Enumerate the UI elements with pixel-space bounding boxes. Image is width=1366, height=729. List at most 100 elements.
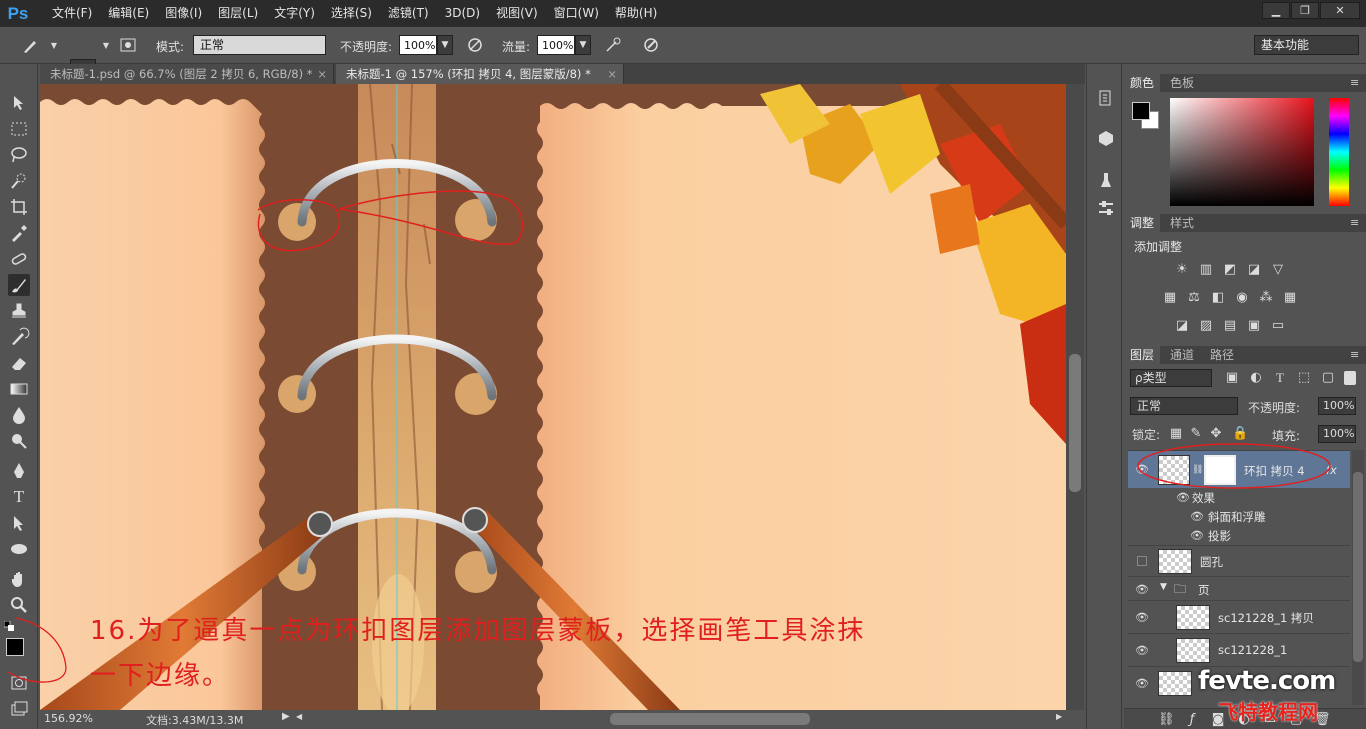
- menu-file[interactable]: 文件(F): [44, 0, 100, 27]
- brush-size-dropdown-icon[interactable]: ▼: [96, 36, 116, 56]
- vertical-scroll-thumb[interactable]: [1069, 354, 1081, 492]
- effect-bevel-emboss-row[interactable]: 👁 斜面和浮雕: [1128, 507, 1350, 526]
- move-tool-icon[interactable]: [8, 92, 30, 114]
- history-panel-icon[interactable]: [1096, 88, 1116, 108]
- brightness-icon[interactable]: ☀: [1174, 262, 1190, 278]
- filter-toggle[interactable]: [1344, 371, 1356, 385]
- eyedropper-tool-icon[interactable]: [8, 222, 30, 244]
- pressure-opacity-icon[interactable]: [465, 36, 485, 56]
- pen-tool-icon[interactable]: [8, 460, 30, 482]
- tab-color[interactable]: 颜色: [1124, 74, 1161, 92]
- color-balance-icon[interactable]: ⚖: [1186, 290, 1202, 306]
- color-field[interactable]: [1170, 98, 1314, 206]
- scroll-right-icon[interactable]: ▶: [1056, 712, 1062, 721]
- canvas-vertical-scrollbar[interactable]: [1066, 84, 1084, 710]
- eye-icon[interactable]: 👁: [1135, 583, 1149, 596]
- layer-row-sc121228-copy[interactable]: 👁 sc121228_1 拷贝: [1128, 600, 1350, 633]
- menu-view[interactable]: 视图(V): [488, 0, 546, 27]
- pressure-size-icon[interactable]: [641, 36, 661, 56]
- flow-dropdown-icon[interactable]: ▼: [575, 35, 591, 55]
- mode-select[interactable]: 正常: [193, 35, 326, 55]
- filter-type-icon[interactable]: T: [1272, 370, 1288, 386]
- link-layers-icon[interactable]: ⛓: [1158, 712, 1175, 728]
- brush-tool-icon[interactable]: [8, 274, 30, 296]
- levels-icon[interactable]: ▥: [1198, 262, 1214, 278]
- tab-document-2[interactable]: 未标题-1 @ 157% (环扣 拷贝 4, 图层蒙版/8) * ×: [336, 64, 624, 84]
- hue-slider[interactable]: [1329, 98, 1349, 206]
- menu-layer[interactable]: 图层(L): [210, 0, 266, 27]
- filter-adjustment-icon[interactable]: ◐: [1248, 370, 1264, 386]
- menu-edit[interactable]: 编辑(E): [100, 0, 157, 27]
- color-lookup-icon[interactable]: ▦: [1282, 290, 1298, 306]
- preset-dropdown-icon[interactable]: ▼: [44, 36, 64, 56]
- menu-window[interactable]: 窗口(W): [546, 0, 607, 27]
- blur-tool-icon[interactable]: [8, 404, 30, 426]
- tab-document-1[interactable]: 未标题-1.psd @ 66.7% (图层 2 拷贝 6, RGB/8) * ×: [40, 64, 334, 84]
- filter-smart-object-icon[interactable]: ▢: [1320, 370, 1336, 386]
- layer-group-row[interactable]: 👁 ▼ 🗀 页: [1128, 576, 1350, 600]
- eye-icon[interactable]: 👁: [1190, 510, 1204, 523]
- eye-icon[interactable]: 👁: [1135, 677, 1149, 690]
- layer-name[interactable]: 圆孔: [1200, 554, 1223, 570]
- menu-image[interactable]: 图像(I): [157, 0, 210, 27]
- threshold-icon[interactable]: ▤: [1222, 318, 1238, 334]
- properties-panel-icon[interactable]: [1096, 198, 1116, 218]
- tab-adjustments[interactable]: 调整: [1124, 214, 1161, 232]
- screen-mode-icon[interactable]: [8, 698, 30, 720]
- layers-scroll-thumb[interactable]: [1353, 472, 1363, 662]
- photo-filter-icon[interactable]: ◉: [1234, 290, 1250, 306]
- tab-layers[interactable]: 图层: [1124, 346, 1161, 364]
- eye-icon[interactable]: 👁: [1135, 611, 1149, 624]
- tab-styles[interactable]: 样式: [1164, 214, 1200, 232]
- filter-pixel-icon[interactable]: ▣: [1224, 370, 1240, 386]
- gradient-map-icon[interactable]: ▭: [1270, 318, 1286, 334]
- clone-stamp-tool-icon[interactable]: [8, 300, 30, 322]
- workspace-select[interactable]: 基本功能: [1254, 35, 1359, 55]
- gradient-tool-icon[interactable]: [8, 378, 30, 400]
- quick-selection-tool-icon[interactable]: [8, 170, 30, 192]
- healing-brush-tool-icon[interactable]: [8, 248, 30, 270]
- posterize-icon[interactable]: ▨: [1198, 318, 1214, 334]
- tab-close-icon[interactable]: ×: [607, 64, 617, 84]
- eye-icon[interactable]: 👁: [1135, 644, 1149, 657]
- add-style-icon[interactable]: ƒ: [1184, 712, 1200, 728]
- horizontal-scroll-thumb[interactable]: [610, 713, 810, 725]
- eraser-tool-icon[interactable]: [8, 352, 30, 374]
- layer-filter-select[interactable]: ρ类型: [1130, 369, 1212, 387]
- airbrush-icon[interactable]: [603, 36, 623, 56]
- tab-paths[interactable]: 路径: [1204, 346, 1240, 364]
- menu-filter[interactable]: 滤镜(T): [380, 0, 437, 27]
- opacity-dropdown-icon[interactable]: ▼: [437, 35, 453, 55]
- 3d-panel-icon[interactable]: [1096, 128, 1116, 148]
- lasso-tool-icon[interactable]: [8, 144, 30, 166]
- layer-row-round-hole[interactable]: 圆孔: [1128, 545, 1350, 576]
- tab-swatches[interactable]: 色板: [1164, 74, 1200, 92]
- panel-menu-icon[interactable]: ≡: [1350, 348, 1359, 361]
- type-tool-icon[interactable]: T: [8, 486, 30, 508]
- opacity-input[interactable]: 100%: [399, 35, 437, 55]
- selective-color-icon[interactable]: ▣: [1246, 318, 1262, 334]
- exposure-icon[interactable]: ◪: [1246, 262, 1262, 278]
- history-brush-tool-icon[interactable]: [8, 326, 30, 348]
- eye-icon[interactable]: 👁: [1190, 529, 1204, 542]
- layer-name[interactable]: sc121228_1: [1218, 643, 1287, 657]
- scroll-left-icon[interactable]: ◀: [296, 712, 302, 721]
- ellipse-tool-icon[interactable]: [8, 538, 30, 560]
- hue-saturation-icon[interactable]: ▦: [1162, 290, 1178, 306]
- tab-channels[interactable]: 通道: [1164, 346, 1200, 364]
- tab-close-icon[interactable]: ×: [317, 64, 327, 84]
- document-canvas[interactable]: 16.为了逼真一点为环扣图层添加图层蒙板，选择画笔工具涂抹 一下边缘。: [40, 84, 1066, 710]
- group-expand-icon[interactable]: ▼: [1160, 582, 1167, 592]
- layer-name[interactable]: 页: [1198, 582, 1210, 598]
- channel-mixer-icon[interactable]: ⁂: [1258, 290, 1274, 306]
- menu-type[interactable]: 文字(Y): [266, 0, 323, 27]
- filter-shape-icon[interactable]: ⬚: [1296, 370, 1312, 386]
- flow-input[interactable]: 100%: [537, 35, 575, 55]
- effect-drop-shadow-row[interactable]: 👁 投影: [1128, 526, 1350, 545]
- restore-button[interactable]: ❐: [1291, 2, 1319, 19]
- zoom-level[interactable]: 156.92%: [44, 712, 93, 725]
- invert-icon[interactable]: ◪: [1174, 318, 1190, 334]
- layer-row-sc121228[interactable]: 👁 sc121228_1: [1128, 633, 1350, 666]
- crop-tool-icon[interactable]: [8, 196, 30, 218]
- marquee-tool-icon[interactable]: [8, 118, 30, 140]
